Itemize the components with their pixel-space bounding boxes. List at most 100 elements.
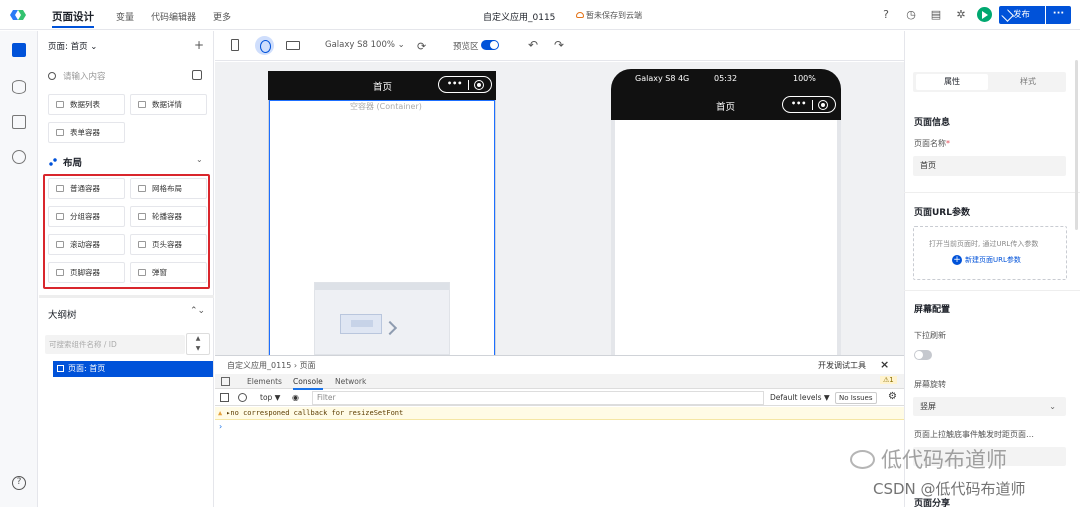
issues-button[interactable]: No Issues [835, 392, 877, 404]
preview-toggle[interactable] [481, 40, 499, 50]
cloud-icon [576, 12, 584, 18]
warning-icon: ▲ [218, 409, 223, 417]
warning-count-badge[interactable]: ⚠1 [880, 376, 897, 384]
publish-more-button[interactable]: ··· [1046, 6, 1071, 24]
component-search-input[interactable]: 请输入内容 [48, 70, 106, 82]
run-button[interactable] [977, 7, 992, 22]
chevron-down-icon[interactable]: ⌄ [196, 155, 203, 164]
open-devtools-button[interactable]: 开发调试工具 [818, 360, 866, 371]
help-circle-icon[interactable]: ? [12, 476, 26, 490]
device-select[interactable]: Galaxy S8 100% ⌄ [325, 40, 405, 50]
watermark-csdn: CSDN @低代码布道师 [873, 480, 1026, 498]
tablet-icon[interactable] [255, 36, 274, 55]
outline-tree-title: 大纲树 [48, 310, 77, 321]
console-filter-input[interactable]: Filter [312, 391, 764, 405]
page-design-tab[interactable]: 页面设计 [52, 9, 94, 28]
app-name: 自定义应用_0115 [483, 13, 556, 23]
status-carrier: Galaxy S8 4G [635, 74, 690, 83]
clear-console-icon[interactable] [238, 393, 247, 402]
page-name-label: 页面名称* [914, 139, 950, 148]
settings-icon[interactable] [12, 150, 26, 164]
page-icon [57, 365, 64, 372]
divider [904, 192, 1080, 193]
preview-phone-body [611, 120, 841, 360]
eye-icon[interactable]: ◉ [292, 393, 299, 402]
components-icon[interactable] [12, 43, 26, 57]
outline-stepper[interactable]: ▲ ▼ [186, 333, 210, 355]
screen-config-title: 屏幕配置 [914, 305, 951, 315]
page-selector[interactable]: 页面: 首页 ⌄ [48, 40, 97, 52]
divider [904, 290, 1080, 291]
sidebar-toggle-icon[interactable] [220, 393, 229, 402]
tab-attributes[interactable]: 属性 [916, 74, 988, 90]
empty-container-label: 空容器 (Container) [350, 102, 422, 111]
url-params-box [913, 226, 1067, 280]
layout-section-title[interactable]: 布局 [49, 155, 82, 169]
context-select[interactable]: top ▼ [260, 393, 280, 402]
status-battery: 100% [793, 74, 816, 83]
tab-network[interactable]: Network [335, 377, 366, 386]
outline-node-page[interactable]: 页面: 首页 [53, 361, 213, 377]
gear-icon[interactable]: ⚙ [888, 391, 897, 402]
list-icon [56, 101, 64, 108]
tab-styles[interactable]: 样式 [992, 74, 1064, 90]
save-icon[interactable]: ▤ [930, 9, 942, 21]
page-name-input[interactable]: 首页 [913, 156, 1066, 176]
close-icon[interactable]: × [880, 358, 889, 371]
comp-form-container[interactable]: 表单容器 [48, 122, 125, 143]
nav-variables[interactable]: 变量 [116, 10, 134, 23]
publish-button[interactable]: 发布 [999, 6, 1045, 24]
refresh-icon[interactable]: ⟳ [417, 40, 426, 53]
comp-data-list[interactable]: 数据列表 [48, 94, 125, 115]
wechat-icon [850, 450, 875, 469]
url-params-hint: 打开当前页面时, 通过URL传入参数 [929, 240, 1039, 248]
add-url-param-button[interactable]: + 新建页面URL参数 [952, 255, 1021, 265]
target-icon [474, 80, 484, 90]
redo-icon[interactable]: ↷ [554, 38, 564, 52]
media-icon[interactable] [12, 115, 26, 129]
tab-elements[interactable]: Elements [247, 377, 282, 386]
desktop-icon[interactable] [286, 41, 300, 50]
scrollbar[interactable] [1075, 60, 1078, 230]
pull-refresh-toggle[interactable] [914, 350, 932, 360]
inspect-icon[interactable] [221, 377, 230, 386]
chevron-down-icon: ⌄ [1049, 402, 1056, 411]
nav-code-editor[interactable]: 代码编辑器 [151, 10, 196, 23]
page-info-title: 页面信息 [914, 118, 951, 128]
comp-data-detail[interactable]: 数据详情 [130, 94, 207, 115]
component-library-icon[interactable] [192, 70, 202, 80]
status-time: 05:32 [714, 74, 738, 83]
search-icon [48, 72, 56, 80]
history-icon[interactable]: ◷ [905, 9, 917, 21]
mini-program-capsule: ••• [782, 96, 836, 113]
preview-label: 预览区 [453, 42, 479, 52]
form-icon [56, 129, 64, 136]
pull-refresh-label: 下拉刷新 [914, 331, 946, 340]
plus-icon: + [952, 255, 962, 265]
url-params-title: 页面URL参数 [914, 208, 970, 218]
log-levels-select[interactable]: Default levels ▼ [770, 393, 830, 402]
add-page-button[interactable]: + [194, 38, 204, 52]
icon-rail [0, 31, 38, 507]
edit-phone-title: 首页 [373, 82, 393, 93]
phone-icon[interactable] [231, 39, 239, 51]
mini-program-capsule: ••• [438, 76, 492, 93]
help-icon[interactable]: ? [880, 9, 892, 21]
tab-console[interactable]: Console [293, 377, 323, 390]
nav-more[interactable]: 更多 [213, 10, 231, 23]
app-logo-icon [10, 10, 26, 20]
drag-hint-illustration [314, 282, 450, 355]
debug-icon[interactable]: ✲ [955, 9, 967, 21]
reach-bottom-distance-label: 页面上拉触底事件触发时距页面… [914, 430, 1034, 439]
panel-resize-handle[interactable] [39, 295, 214, 298]
rotation-select[interactable]: 竖屏 ⌄ [913, 397, 1066, 416]
chevron-updown-icon[interactable]: ⌃⌄ [190, 306, 205, 316]
layout-icon [49, 158, 57, 166]
undo-icon[interactable]: ↶ [528, 38, 538, 52]
outline-search-input[interactable]: 可搜索组件名称 / ID [45, 335, 185, 354]
database-icon[interactable] [12, 80, 26, 94]
console-prompt[interactable]: › [219, 422, 222, 431]
preview-phone-title: 首页 [716, 102, 736, 113]
console-warning-message[interactable]: ▲ ▸no corresponed callback for resizeSetF… [218, 409, 403, 417]
target-icon [818, 100, 828, 110]
